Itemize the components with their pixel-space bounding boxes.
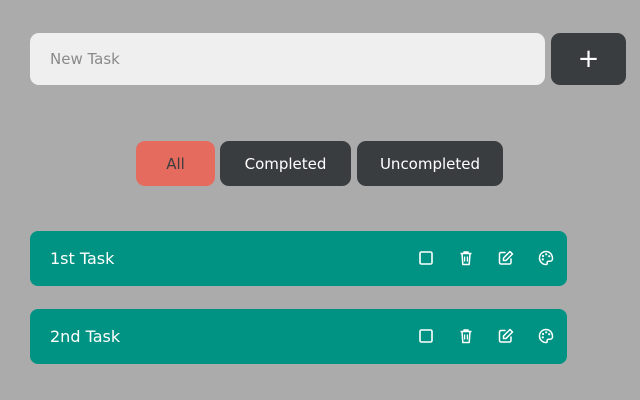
edit-icon[interactable] [496, 326, 516, 346]
add-task-button[interactable]: + [551, 33, 626, 85]
task-item: 1st Task [30, 231, 567, 286]
filter-uncompleted-button[interactable]: Uncompleted [357, 141, 503, 186]
task-list: 1st Task 2nd Task [30, 231, 567, 387]
task-label: 2nd Task [50, 327, 121, 346]
task-actions [416, 326, 556, 346]
task-actions [416, 248, 556, 268]
palette-icon[interactable] [536, 248, 556, 268]
edit-icon[interactable] [496, 248, 516, 268]
filter-bar: All Completed Uncompleted [0, 141, 640, 186]
task-item: 2nd Task [30, 309, 567, 364]
task-label: 1st Task [50, 249, 115, 268]
checkbox-icon[interactable] [416, 326, 436, 346]
filter-all-button[interactable]: All [136, 141, 215, 186]
checkbox-icon[interactable] [416, 248, 436, 268]
new-task-form: + [30, 33, 626, 85]
trash-icon[interactable] [456, 248, 476, 268]
palette-icon[interactable] [536, 326, 556, 346]
filter-completed-button[interactable]: Completed [220, 141, 351, 186]
new-task-input[interactable] [30, 33, 545, 85]
trash-icon[interactable] [456, 326, 476, 346]
